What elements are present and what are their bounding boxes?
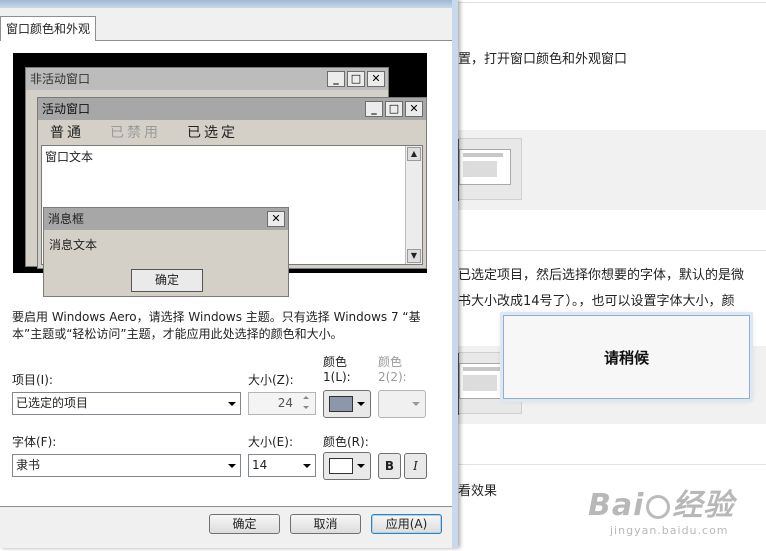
message-text: 消息文本 xyxy=(49,238,98,252)
paw-icon xyxy=(646,494,671,519)
maximize-icon: □ xyxy=(347,71,365,87)
font-color-swatch xyxy=(329,458,353,474)
font-label: 字体(F): xyxy=(12,435,57,449)
color1-swatch xyxy=(329,396,353,412)
close-icon: ✕ xyxy=(267,211,285,227)
dropdown-arrow-icon xyxy=(357,464,365,468)
tab-strip: 窗口颜色和外观 xyxy=(0,8,452,42)
aero-description: 要启用 Windows Aero，请选择 Windows 主题。只有选择 Win… xyxy=(12,310,421,341)
tab-window-color-appearance[interactable]: 窗口颜色和外观 xyxy=(0,16,97,42)
color1-picker-button[interactable] xyxy=(323,390,371,418)
article-text: 置，打开窗口颜色和外观窗口 xyxy=(458,52,628,67)
message-box-ok-button: 确定 xyxy=(131,269,203,292)
title-bar[interactable] xyxy=(0,0,452,8)
color1-label: 1(L): xyxy=(323,370,351,384)
minimize-icon: _ xyxy=(327,71,345,87)
please-wait-box: 请稍候 xyxy=(503,315,750,399)
divider xyxy=(452,2,766,3)
menu-item-selected: 已选定 xyxy=(187,125,238,141)
item-select[interactable]: 已选定的项目 xyxy=(12,392,241,415)
watermark-url: jingyan.baidu.com xyxy=(610,524,729,537)
menu-item-normal: 普通 xyxy=(50,125,84,141)
article-thumbnail[interactable] xyxy=(452,138,522,201)
font-select-value: 隶书 xyxy=(16,458,41,472)
dropdown-arrow-icon xyxy=(223,393,240,414)
scroll-up-icon: ▲ xyxy=(407,147,421,161)
item-select-value: 已选定的项目 xyxy=(16,396,89,410)
dropdown-arrow-icon xyxy=(357,402,365,406)
message-box-preview: 消息框 ✕ 消息文本 确定 xyxy=(43,207,289,297)
dropdown-arrow-icon xyxy=(298,455,315,476)
font-size-value: 14 xyxy=(252,458,268,472)
divider xyxy=(452,464,766,465)
maximize-icon: □ xyxy=(385,101,403,117)
close-icon: ✕ xyxy=(367,71,385,87)
watermark-logo-text: Bai xyxy=(588,488,645,523)
menu-item-disabled: 已禁用 xyxy=(110,125,161,141)
scroll-down-icon: ▼ xyxy=(407,249,421,263)
color1-label-top: 颜色 xyxy=(323,355,348,369)
item-label: 项目(I): xyxy=(12,373,53,387)
spin-down-icon[interactable] xyxy=(299,403,314,413)
bold-button[interactable]: B xyxy=(378,453,401,479)
color2-label-top: 颜色 xyxy=(378,355,403,369)
ok-button[interactable]: 确定 xyxy=(209,514,280,534)
preview-menu-bar: 普通 已禁用 已选定 xyxy=(42,122,238,144)
cancel-button[interactable]: 取消 xyxy=(290,514,361,534)
dropdown-arrow-icon xyxy=(412,402,420,406)
minimize-icon: _ xyxy=(365,101,383,117)
preview-scrollbar: ▲ ▼ xyxy=(405,146,422,264)
item-size-value: 24 xyxy=(277,396,293,410)
font-size-select[interactable]: 14 xyxy=(248,454,316,477)
message-box-title: 消息框 xyxy=(44,208,288,230)
close-icon: ✕ xyxy=(405,101,423,117)
window-text: 窗口文本 xyxy=(45,150,94,164)
color2-picker-button[interactable] xyxy=(378,390,426,418)
article-text: 书大小改成14号了）。，也可以设置字体大小，颜 xyxy=(458,294,735,309)
apply-button[interactable]: 应用(A) xyxy=(371,514,442,534)
font-color-picker-button[interactable] xyxy=(323,452,371,480)
watermark-logo-cn: 经验 xyxy=(672,488,735,523)
article-text: 已选定项目，然后选择你想要的字体，默认的是微 xyxy=(458,268,745,283)
window-color-appearance-dialog: 窗口颜色和外观 非活动窗口 _ □ ✕ 活动窗口 _ □ ✕ 普通 已禁用 已选… xyxy=(0,0,458,548)
italic-button[interactable]: I xyxy=(404,453,427,479)
item-size-spinner[interactable]: 24 xyxy=(248,392,316,415)
font-select[interactable]: 隶书 xyxy=(12,454,241,477)
font-color-label: 颜色(R): xyxy=(323,435,369,449)
please-wait-text: 请稍候 xyxy=(603,348,649,367)
spin-up-icon[interactable] xyxy=(299,393,314,403)
item-size-label: 大小(Z): xyxy=(248,373,294,387)
dropdown-arrow-icon xyxy=(223,455,240,476)
font-size-label: 大小(E): xyxy=(248,435,293,449)
tab-panel: 非活动窗口 _ □ ✕ 活动窗口 _ □ ✕ 普通 已禁用 已选定 窗口文本 ▲… xyxy=(0,41,452,507)
color2-label: 2(2): xyxy=(378,370,407,384)
baidu-watermark: Bai 经验 jingyan.baidu.com xyxy=(588,480,758,540)
divider xyxy=(452,250,766,251)
